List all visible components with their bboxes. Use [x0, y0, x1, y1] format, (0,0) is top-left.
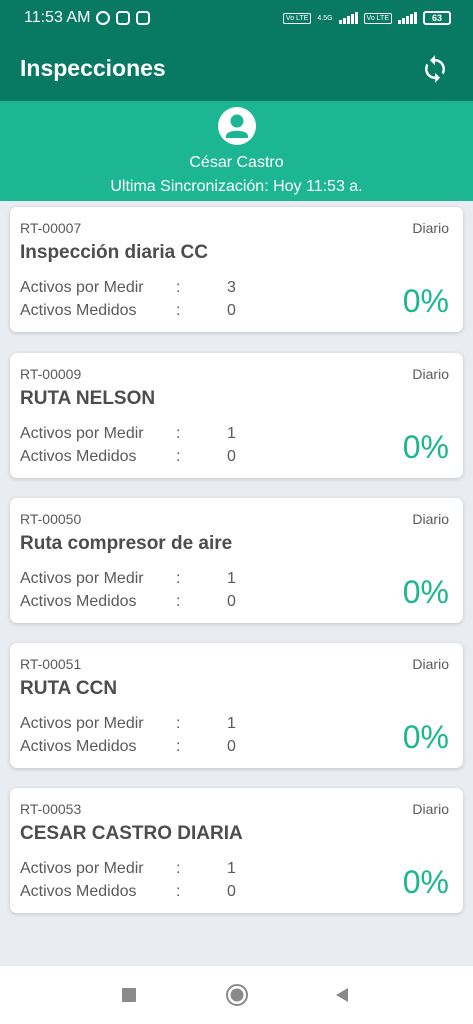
- separator: :: [176, 570, 181, 587]
- measured-label: Activos Medidos: [20, 448, 137, 465]
- avatar: [218, 107, 256, 145]
- route-code: RT-00053: [20, 801, 82, 817]
- status-bar: 11:53 AM Vo LTE 4.5G Vo LTE 63: [0, 0, 473, 36]
- route-frequency: Diario: [412, 801, 449, 817]
- to-measure-value: 1: [227, 715, 236, 732]
- user-icon: [226, 114, 248, 138]
- progress-percent: 0%: [402, 719, 449, 755]
- progress-percent: 0%: [402, 574, 449, 610]
- route-card[interactable]: RT-00050 Diario Ruta compresor de aire A…: [10, 498, 463, 623]
- route-code: RT-00051: [20, 656, 82, 672]
- battery-icon: 63: [423, 11, 451, 25]
- separator: :: [176, 738, 181, 755]
- route-code: RT-00050: [20, 511, 82, 527]
- sync-button[interactable]: [417, 51, 453, 87]
- to-measure-label: Activos por Medir: [20, 860, 144, 877]
- to-measure-value: 3: [227, 279, 236, 296]
- signal-icon-2: [398, 12, 417, 24]
- route-frequency: Diario: [412, 656, 449, 672]
- to-measure-label: Activos por Medir: [20, 715, 144, 732]
- route-name: RUTA NELSON: [20, 388, 156, 409]
- measured-value: 0: [227, 302, 236, 319]
- back-button[interactable]: [328, 981, 356, 1009]
- measured-label: Activos Medidos: [20, 738, 137, 755]
- route-name: RUTA CCN: [20, 678, 118, 699]
- alarm-icon: [96, 11, 111, 25]
- measured-value: 0: [227, 883, 236, 900]
- measured-label: Activos Medidos: [20, 883, 137, 900]
- status-time: 11:53 AM: [24, 9, 91, 26]
- route-frequency: Diario: [412, 511, 449, 527]
- route-card[interactable]: RT-00009 Diario RUTA NELSON Activos por …: [10, 353, 463, 478]
- volte-badge-2: Vo LTE: [363, 12, 392, 24]
- circle-icon: [226, 984, 248, 1006]
- network-type: 4.5G: [317, 14, 333, 22]
- to-measure-label: Activos por Medir: [20, 570, 144, 587]
- route-name: CESAR CASTRO DIARIA: [20, 823, 243, 844]
- measured-label: Activos Medidos: [20, 593, 137, 610]
- app-bar: Inspecciones: [0, 36, 473, 101]
- measured-value: 0: [227, 593, 236, 610]
- separator: :: [176, 302, 181, 319]
- measured-value: 0: [227, 448, 236, 465]
- system-nav-bar: [0, 966, 473, 1024]
- home-button[interactable]: [223, 981, 251, 1009]
- route-card[interactable]: RT-00051 Diario RUTA CCN Activos por Med…: [10, 643, 463, 768]
- to-measure-label: Activos por Medir: [20, 425, 144, 442]
- route-frequency: Diario: [412, 366, 449, 382]
- separator: :: [176, 883, 181, 900]
- measured-value: 0: [227, 738, 236, 755]
- separator: :: [176, 448, 181, 465]
- route-code: RT-00009: [20, 366, 82, 382]
- signal-icon: [338, 12, 358, 24]
- to-measure-value: 1: [227, 425, 236, 442]
- to-measure-value: 1: [227, 570, 236, 587]
- sync-icon: [425, 54, 445, 83]
- square-icon: [122, 988, 136, 1002]
- triangle-icon: [336, 988, 348, 1002]
- last-sync-text: Ultima Sincronización: Hoy 11:53 a.: [110, 178, 363, 195]
- progress-percent: 0%: [402, 283, 449, 319]
- measured-label: Activos Medidos: [20, 302, 137, 319]
- status-left: 11:53 AM: [24, 9, 151, 27]
- user-name: César Castro: [189, 154, 284, 171]
- instagram-icon: [116, 11, 131, 25]
- to-measure-value: 1: [227, 860, 236, 877]
- route-name: Inspección diaria CC: [20, 242, 208, 263]
- route-code: RT-00007: [20, 220, 82, 236]
- route-frequency: Diario: [412, 220, 449, 236]
- separator: :: [176, 425, 181, 442]
- profile-header: César Castro Ultima Sincronización: Hoy …: [0, 101, 473, 201]
- page-title: Inspecciones: [20, 55, 166, 81]
- separator: :: [176, 593, 181, 610]
- notification-icon: [136, 11, 151, 25]
- progress-percent: 0%: [402, 864, 449, 900]
- separator: :: [176, 715, 181, 732]
- route-card[interactable]: RT-00007 Diario Inspección diaria CC Act…: [10, 207, 463, 332]
- to-measure-label: Activos por Medir: [20, 279, 144, 296]
- route-card[interactable]: RT-00053 Diario CESAR CASTRO DIARIA Acti…: [10, 788, 463, 913]
- volte-badge: Vo LTE: [282, 12, 312, 24]
- separator: :: [176, 860, 181, 877]
- status-right: Vo LTE 4.5G Vo LTE 63: [282, 11, 451, 25]
- recents-button[interactable]: [115, 981, 143, 1009]
- separator: :: [176, 279, 181, 296]
- route-name: Ruta compresor de aire: [20, 533, 233, 554]
- progress-percent: 0%: [402, 429, 449, 465]
